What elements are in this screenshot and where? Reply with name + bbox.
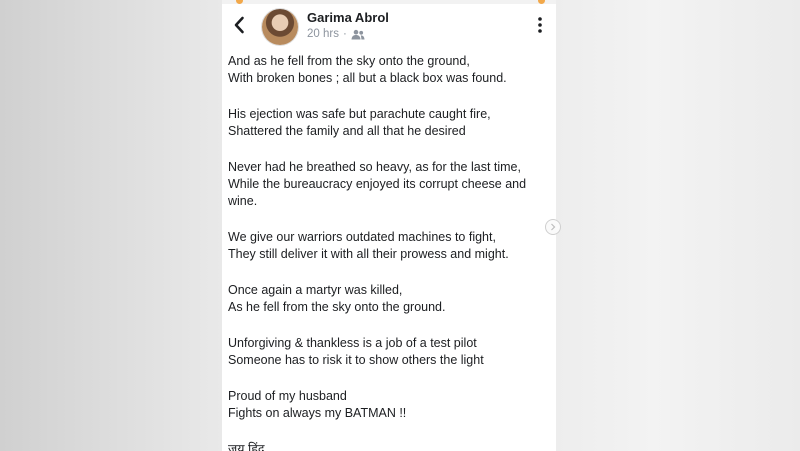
- chevron-right-icon: [551, 223, 556, 231]
- stanza-3: Never had he breathed so heavy, as for t…: [228, 159, 550, 210]
- poem-line: As he fell from the sky onto the ground.: [228, 300, 446, 314]
- post-text: And as he fell from the sky onto the gro…: [228, 53, 550, 451]
- avatar[interactable]: [262, 9, 298, 45]
- author-name[interactable]: Garima Abrol: [307, 10, 389, 25]
- stanza-6: Unforgiving & thankless is a job of a te…: [228, 335, 550, 369]
- stanza-1: And as he fell from the sky onto the gro…: [228, 53, 550, 87]
- stanza-5: Once again a martyr was killed, As he fe…: [228, 282, 550, 316]
- more-options-button[interactable]: [532, 14, 548, 36]
- poem-line: Shattered the family and all that he des…: [228, 124, 466, 138]
- chevron-left-icon: [234, 16, 244, 34]
- poem-line: Someone has to risk it to show others th…: [228, 353, 484, 367]
- poem-line: We give our warriors outdated machines t…: [228, 230, 496, 244]
- stanza-8: जय हिंद: [228, 441, 550, 451]
- poem-line: Unforgiving & thankless is a job of a te…: [228, 336, 477, 350]
- poem-line: While the bureaucracy enjoyed its corrup…: [228, 177, 527, 208]
- stanza-2: His ejection was safe but parachute caug…: [228, 106, 550, 140]
- more-vertical-icon: [538, 17, 542, 33]
- poem-line: Fights on always my BATMAN !!: [228, 406, 407, 420]
- friends-icon: [351, 29, 365, 39]
- top-edge: [222, 0, 556, 4]
- poem-line: And as he fell from the sky onto the gro…: [228, 54, 470, 68]
- back-button[interactable]: [228, 12, 250, 38]
- poem-line: With broken bones ; all but a black box …: [228, 71, 507, 85]
- background-left: [0, 0, 222, 451]
- poem-line: जय हिंद: [228, 442, 265, 451]
- poem-line: Proud of my husband: [228, 389, 347, 403]
- post-meta: 20 hrs ·: [307, 28, 365, 40]
- poem-line: Once again a martyr was killed,: [228, 283, 403, 297]
- stanza-4: We give our warriors outdated machines t…: [228, 229, 550, 263]
- background-right: [556, 0, 800, 451]
- poem-line: They still deliver it with all their pro…: [228, 247, 509, 261]
- post-screen: Garima Abrol 20 hrs · And as he fell fro…: [222, 0, 556, 451]
- post-time[interactable]: 20 hrs: [307, 28, 339, 40]
- stanza-7: Proud of my husband Fights on always my …: [228, 388, 550, 422]
- poem-line: His ejection was safe but parachute caug…: [228, 107, 491, 121]
- next-arrow-button[interactable]: [545, 219, 561, 235]
- meta-separator: ·: [342, 28, 347, 40]
- poem-line: Never had he breathed so heavy, as for t…: [228, 160, 521, 174]
